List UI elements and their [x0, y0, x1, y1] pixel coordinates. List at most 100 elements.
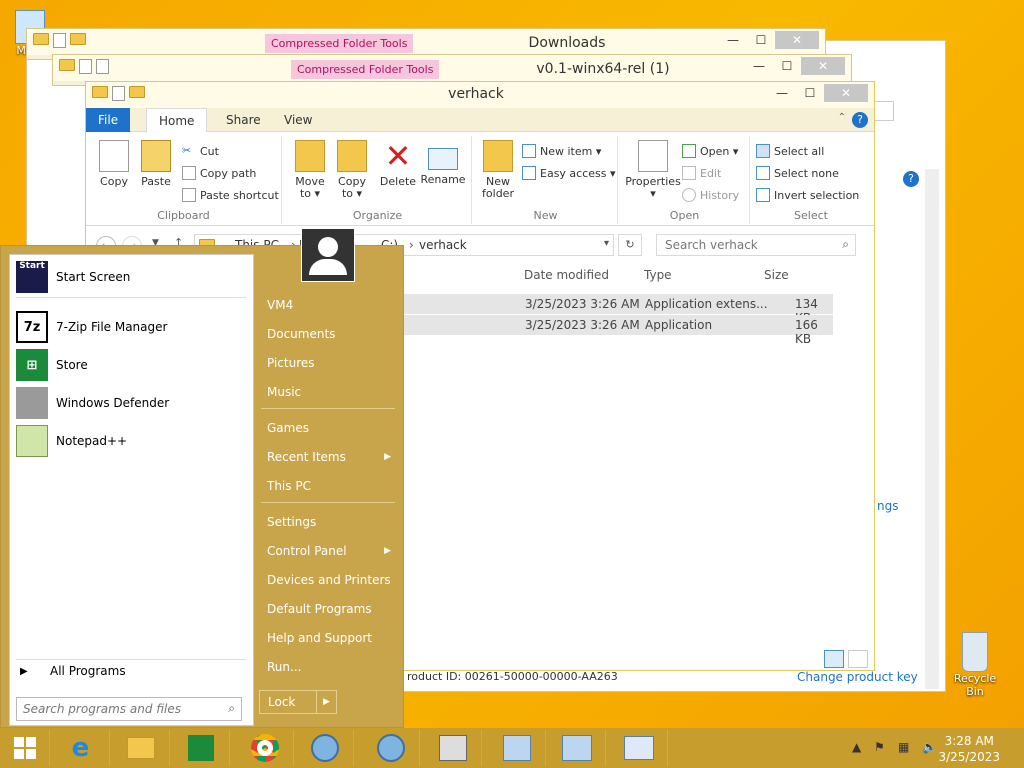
- scrollbar[interactable]: [925, 169, 939, 689]
- start-item-windows-defender[interactable]: Windows Defender: [16, 387, 169, 419]
- close-button[interactable]: ✕: [801, 57, 845, 75]
- start-link-vm4[interactable]: VM4: [259, 293, 397, 317]
- close-button[interactable]: ✕: [824, 84, 868, 102]
- select-none-button[interactable]: Select none: [756, 166, 839, 180]
- minimize-button[interactable]: —: [745, 57, 773, 75]
- open-button[interactable]: Open ▾: [682, 144, 738, 158]
- taskbar-app-gear-2[interactable]: [362, 730, 420, 766]
- compressed-tools-tab[interactable]: Compressed Folder Tools: [291, 60, 440, 79]
- taskbar-app-network[interactable]: [488, 730, 546, 766]
- start-item-start-screen[interactable]: Start Start Screen: [16, 261, 130, 293]
- minimize-button[interactable]: —: [719, 31, 747, 49]
- start-link-settings[interactable]: Settings: [259, 510, 397, 534]
- network-tray-icon[interactable]: ▦: [898, 740, 909, 754]
- taskbar-chrome[interactable]: [236, 730, 294, 766]
- file-row[interactable]: 3/25/2023 3:26 AM Application 166 KB: [391, 315, 833, 346]
- lock-button[interactable]: Lock: [260, 691, 316, 713]
- start-link-run[interactable]: Run...: [259, 655, 397, 679]
- properties-icon[interactable]: [112, 86, 125, 101]
- desktop-icon-recycle-bin[interactable]: Recycle Bin: [944, 632, 1006, 698]
- history-button[interactable]: History: [682, 188, 739, 202]
- all-programs-button[interactable]: ▶ All Programs: [20, 655, 126, 687]
- copy-button[interactable]: Copy: [94, 140, 134, 188]
- flag-icon[interactable]: ⚑: [874, 740, 885, 754]
- cut-button[interactable]: ✂ Cut: [182, 144, 219, 158]
- paste-shortcut-button[interactable]: Paste shortcut: [182, 188, 279, 202]
- new-folder-icon[interactable]: [129, 86, 145, 98]
- minimize-button[interactable]: —: [768, 84, 796, 102]
- tab-file[interactable]: File: [86, 108, 131, 132]
- user-avatar[interactable]: [301, 228, 355, 282]
- search-input[interactable]: Search verhack ⌕: [656, 234, 856, 256]
- start-link-default-programs[interactable]: Default Programs: [259, 597, 397, 621]
- chevron-down-icon[interactable]: ▾: [604, 238, 609, 249]
- lock-options-chevron-icon[interactable]: ▶: [316, 691, 336, 713]
- start-link-music[interactable]: Music: [259, 380, 397, 404]
- volume-muted-icon[interactable]: 🔈: [922, 740, 937, 754]
- delete-button[interactable]: ✕ Delete: [378, 140, 418, 188]
- start-link-control-panel[interactable]: Control Panel ▶: [259, 539, 397, 563]
- invert-selection-button[interactable]: Invert selection: [756, 188, 859, 202]
- tab-share[interactable]: Share: [214, 108, 273, 132]
- taskbar: e ▲ ⚑ ▦ 🔈 3:28 AM 3/25/2023: [0, 728, 1024, 768]
- taskbar-file-explorer[interactable]: [112, 730, 170, 766]
- maximize-button[interactable]: ☐: [796, 84, 824, 102]
- start-link-games[interactable]: Games: [259, 416, 397, 440]
- edit-button[interactable]: Edit: [682, 166, 721, 180]
- move-to-icon: [295, 140, 325, 172]
- taskbar-app-remote[interactable]: [610, 730, 668, 766]
- start-button[interactable]: [0, 730, 50, 766]
- new-folder-icon[interactable]: [70, 33, 86, 45]
- column-size[interactable]: Size: [764, 268, 789, 282]
- help-icon[interactable]: ?: [903, 171, 919, 187]
- large-icons-view-icon[interactable]: [848, 650, 868, 668]
- taskbar-app-system[interactable]: [548, 730, 606, 766]
- file-row[interactable]: 3/25/2023 3:26 AM Application extens... …: [391, 294, 833, 325]
- rename-button[interactable]: Rename: [418, 140, 468, 186]
- properties-icon[interactable]: [53, 33, 66, 48]
- collapse-ribbon-icon[interactable]: ⌃: [838, 112, 846, 123]
- tab-home[interactable]: Home: [146, 108, 208, 132]
- help-icon[interactable]: ?: [852, 112, 868, 128]
- column-date-modified[interactable]: Date modified: [524, 268, 609, 282]
- details-view-icon[interactable]: [824, 650, 844, 668]
- select-all-button[interactable]: Select all: [756, 144, 824, 158]
- change-key-link[interactable]: Change product key: [797, 670, 918, 684]
- taskbar-app-gear[interactable]: [296, 730, 354, 766]
- easy-access-button[interactable]: Easy access ▾: [522, 166, 616, 180]
- start-item-7zip[interactable]: 7z 7-Zip File Manager: [16, 311, 167, 343]
- compressed-tools-tab[interactable]: Compressed Folder Tools: [265, 34, 414, 53]
- column-type[interactable]: Type: [644, 268, 672, 282]
- clock[interactable]: 3:28 AM 3/25/2023: [938, 733, 1000, 765]
- start-link-recent-items[interactable]: Recent Items ▶: [259, 445, 397, 469]
- refresh-icon[interactable]: ↻: [618, 234, 642, 256]
- show-hidden-icons[interactable]: ▲: [852, 740, 861, 754]
- settings-link[interactable]: ngs: [877, 499, 898, 513]
- start-item-notepad-plus[interactable]: Notepad++: [16, 425, 127, 457]
- move-to-button[interactable]: Move to ▾: [290, 140, 330, 200]
- start-item-store[interactable]: ⊞ Store: [16, 349, 88, 381]
- start-search-input[interactable]: Search programs and files ⌕: [16, 697, 242, 721]
- new-item-button[interactable]: New item ▾: [522, 144, 601, 158]
- start-link-documents[interactable]: Documents: [259, 322, 397, 346]
- properties-icon[interactable]: [79, 59, 92, 74]
- close-button[interactable]: ✕: [775, 31, 819, 49]
- new-folder-icon[interactable]: [96, 59, 109, 74]
- taskbar-ie[interactable]: e: [52, 730, 110, 766]
- start-link-pictures[interactable]: Pictures: [259, 351, 397, 375]
- copy-path-button[interactable]: Copy path: [182, 166, 256, 180]
- gear-icon: [376, 734, 405, 762]
- tab-view[interactable]: View: [272, 108, 324, 132]
- start-link-devices-printers[interactable]: Devices and Printers: [259, 568, 397, 592]
- start-link-help-support[interactable]: Help and Support: [259, 626, 397, 650]
- copy-to-button[interactable]: Copy to ▾: [332, 140, 372, 200]
- start-link-this-pc[interactable]: This PC: [259, 474, 397, 498]
- maximize-button[interactable]: ☐: [773, 57, 801, 75]
- taskbar-store[interactable]: [172, 730, 230, 766]
- properties-button[interactable]: Properties ▾: [624, 140, 682, 200]
- paste-button[interactable]: Paste: [136, 140, 176, 188]
- new-folder-button[interactable]: New folder: [480, 140, 516, 200]
- taskbar-app-disk[interactable]: [424, 730, 482, 766]
- breadcrumb-verhack[interactable]: verhack: [419, 238, 467, 252]
- maximize-button[interactable]: ☐: [747, 31, 775, 49]
